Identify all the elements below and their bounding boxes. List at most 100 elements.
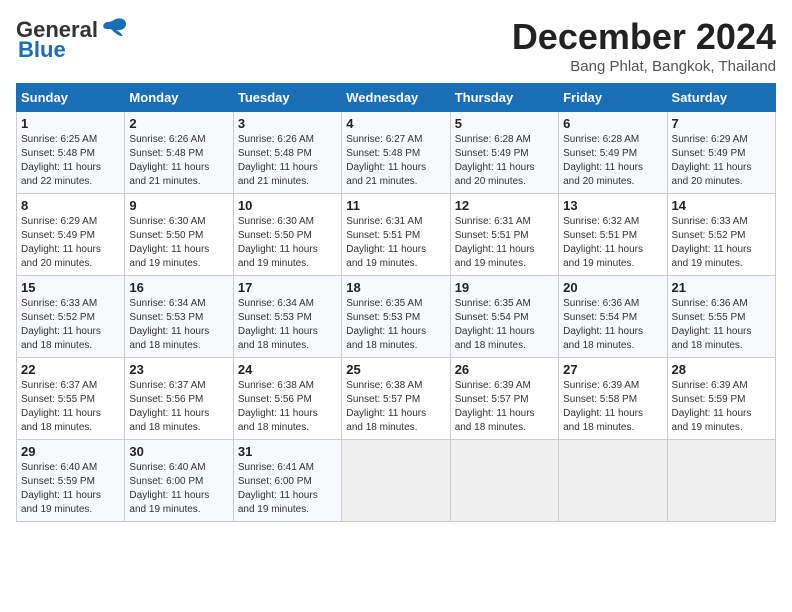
calendar-cell: 24Sunrise: 6:38 AM Sunset: 5:56 PM Dayli… — [233, 358, 341, 440]
header-monday: Monday — [125, 84, 233, 112]
day-number: 3 — [238, 116, 337, 131]
day-info: Sunrise: 6:39 AM Sunset: 5:58 PM Dayligh… — [563, 379, 662, 435]
day-number: 13 — [563, 198, 662, 213]
day-info: Sunrise: 6:34 AM Sunset: 5:53 PM Dayligh… — [129, 297, 228, 353]
calendar-cell: 3 Sunrise: 6:26 AM Sunset: 5:48 PM Daylig… — [233, 112, 341, 194]
calendar-cell: 28Sunrise: 6:39 AM Sunset: 5:59 PM Dayli… — [667, 358, 775, 440]
calendar-cell: 25Sunrise: 6:38 AM Sunset: 5:57 PM Dayli… — [342, 358, 450, 440]
logo-bird-icon — [100, 16, 128, 43]
day-number: 16 — [129, 280, 228, 295]
day-info: Sunrise: 6:38 AM Sunset: 5:57 PM Dayligh… — [346, 379, 445, 435]
day-info: Sunrise: 6:30 AM Sunset: 5:50 PM Dayligh… — [129, 215, 228, 271]
calendar-cell — [342, 440, 450, 522]
day-number: 21 — [672, 280, 771, 295]
header-tuesday: Tuesday — [233, 84, 341, 112]
calendar-cell — [667, 440, 775, 522]
day-number: 6 — [563, 116, 662, 131]
calendar-cell: 19Sunrise: 6:35 AM Sunset: 5:54 PM Dayli… — [450, 276, 558, 358]
day-info: Sunrise: 6:27 AM Sunset: 5:48 PM Dayligh… — [346, 133, 445, 189]
calendar-week-row: 22 Sunrise: 6:37 AM Sunset: 5:55 PM Dayli… — [17, 358, 776, 440]
day-info: Sunrise: 6:36 AM Sunset: 5:55 PM Dayligh… — [672, 297, 771, 353]
day-number: 12 — [455, 198, 554, 213]
day-info: Sunrise: 6:29 AM Sunset: 5:49 PM Dayligh… — [21, 215, 120, 271]
header-friday: Friday — [559, 84, 667, 112]
calendar-cell: 12 Sunrise: 6:31 AM Sunset: 5:51 PM Dayli… — [450, 194, 558, 276]
day-info: Sunrise: 6:35 AM Sunset: 5:53 PM Dayligh… — [346, 297, 445, 353]
calendar-cell: 23Sunrise: 6:37 AM Sunset: 5:56 PM Dayli… — [125, 358, 233, 440]
calendar-cell: 20Sunrise: 6:36 AM Sunset: 5:54 PM Dayli… — [559, 276, 667, 358]
calendar-table: Sunday Monday Tuesday Wednesday Thursday… — [16, 83, 776, 522]
calendar-cell: 15 Sunrise: 6:33 AM Sunset: 5:52 PM Dayli… — [17, 276, 125, 358]
day-number: 20 — [563, 280, 662, 295]
day-number: 1 — [21, 116, 120, 131]
calendar-cell — [559, 440, 667, 522]
day-number: 5 — [455, 116, 554, 131]
day-info: Sunrise: 6:32 AM Sunset: 5:51 PM Dayligh… — [563, 215, 662, 271]
day-info: Sunrise: 6:25 AM Sunset: 5:48 PM Dayligh… — [21, 133, 120, 189]
calendar-cell: 7 Sunrise: 6:29 AM Sunset: 5:49 PM Daylig… — [667, 112, 775, 194]
calendar-cell: 14Sunrise: 6:33 AM Sunset: 5:52 PM Dayli… — [667, 194, 775, 276]
day-info: Sunrise: 6:39 AM Sunset: 5:57 PM Dayligh… — [455, 379, 554, 435]
header-wednesday: Wednesday — [342, 84, 450, 112]
calendar-cell: 4Sunrise: 6:27 AM Sunset: 5:48 PM Daylig… — [342, 112, 450, 194]
day-number: 29 — [21, 444, 120, 459]
day-number: 14 — [672, 198, 771, 213]
calendar-cell: 17 Sunrise: 6:34 AM Sunset: 5:53 PM Dayli… — [233, 276, 341, 358]
calendar-cell: 29 Sunrise: 6:40 AM Sunset: 5:59 PM Dayli… — [17, 440, 125, 522]
day-info: Sunrise: 6:40 AM Sunset: 6:00 PM Dayligh… — [129, 461, 228, 517]
calendar-cell: 13 Sunrise: 6:32 AM Sunset: 5:51 PM Dayli… — [559, 194, 667, 276]
day-info: Sunrise: 6:40 AM Sunset: 5:59 PM Dayligh… — [21, 461, 120, 517]
calendar-week-row: 15 Sunrise: 6:33 AM Sunset: 5:52 PM Dayli… — [17, 276, 776, 358]
calendar-week-row: 8Sunrise: 6:29 AM Sunset: 5:49 PM Daylig… — [17, 194, 776, 276]
calendar-week-row: 1 Sunrise: 6:25 AM Sunset: 5:48 PM Daylig… — [17, 112, 776, 194]
calendar-cell: 9 Sunrise: 6:30 AM Sunset: 5:50 PM Daylig… — [125, 194, 233, 276]
calendar-cell: 31Sunrise: 6:41 AM Sunset: 6:00 PM Dayli… — [233, 440, 341, 522]
calendar-cell: 6 Sunrise: 6:28 AM Sunset: 5:49 PM Daylig… — [559, 112, 667, 194]
day-info: Sunrise: 6:37 AM Sunset: 5:56 PM Dayligh… — [129, 379, 228, 435]
calendar-cell: 26Sunrise: 6:39 AM Sunset: 5:57 PM Dayli… — [450, 358, 558, 440]
day-number: 18 — [346, 280, 445, 295]
location: Bang Phlat, Bangkok, Thailand — [512, 58, 776, 75]
logo-blue: Blue — [18, 37, 66, 63]
logo: General Blue — [16, 16, 128, 63]
page-container: General Blue December 2024 Bang Phlat, B… — [16, 16, 776, 522]
day-number: 9 — [129, 198, 228, 213]
day-number: 15 — [21, 280, 120, 295]
calendar-cell: 8Sunrise: 6:29 AM Sunset: 5:49 PM Daylig… — [17, 194, 125, 276]
day-info: Sunrise: 6:37 AM Sunset: 5:55 PM Dayligh… — [21, 379, 120, 435]
day-info: Sunrise: 6:29 AM Sunset: 5:49 PM Dayligh… — [672, 133, 771, 189]
weekday-header-row: Sunday Monday Tuesday Wednesday Thursday… — [17, 84, 776, 112]
day-info: Sunrise: 6:26 AM Sunset: 5:48 PM Dayligh… — [238, 133, 337, 189]
calendar-cell: 22 Sunrise: 6:37 AM Sunset: 5:55 PM Dayli… — [17, 358, 125, 440]
calendar-cell: 2Sunrise: 6:26 AM Sunset: 5:48 PM Daylig… — [125, 112, 233, 194]
calendar-cell: 1 Sunrise: 6:25 AM Sunset: 5:48 PM Daylig… — [17, 112, 125, 194]
day-number: 27 — [563, 362, 662, 377]
day-info: Sunrise: 6:28 AM Sunset: 5:49 PM Dayligh… — [563, 133, 662, 189]
day-info: Sunrise: 6:28 AM Sunset: 5:49 PM Dayligh… — [455, 133, 554, 189]
day-info: Sunrise: 6:34 AM Sunset: 5:53 PM Dayligh… — [238, 297, 337, 353]
header: General Blue December 2024 Bang Phlat, B… — [16, 16, 776, 75]
day-number: 10 — [238, 198, 337, 213]
calendar-cell: 18 Sunrise: 6:35 AM Sunset: 5:53 PM Dayli… — [342, 276, 450, 358]
header-saturday: Saturday — [667, 84, 775, 112]
day-info: Sunrise: 6:26 AM Sunset: 5:48 PM Dayligh… — [129, 133, 228, 189]
day-number: 17 — [238, 280, 337, 295]
day-number: 28 — [672, 362, 771, 377]
day-info: Sunrise: 6:33 AM Sunset: 5:52 PM Dayligh… — [21, 297, 120, 353]
day-info: Sunrise: 6:30 AM Sunset: 5:50 PM Dayligh… — [238, 215, 337, 271]
title-area: December 2024 Bang Phlat, Bangkok, Thail… — [512, 16, 776, 75]
month-year: December 2024 — [512, 16, 776, 58]
day-info: Sunrise: 6:35 AM Sunset: 5:54 PM Dayligh… — [455, 297, 554, 353]
header-sunday: Sunday — [17, 84, 125, 112]
calendar-cell: 16 Sunrise: 6:34 AM Sunset: 5:53 PM Dayli… — [125, 276, 233, 358]
day-info: Sunrise: 6:31 AM Sunset: 5:51 PM Dayligh… — [455, 215, 554, 271]
header-thursday: Thursday — [450, 84, 558, 112]
day-number: 22 — [21, 362, 120, 377]
day-info: Sunrise: 6:31 AM Sunset: 5:51 PM Dayligh… — [346, 215, 445, 271]
day-number: 30 — [129, 444, 228, 459]
calendar-cell: 5 Sunrise: 6:28 AM Sunset: 5:49 PM Daylig… — [450, 112, 558, 194]
day-number: 11 — [346, 198, 445, 213]
day-number: 7 — [672, 116, 771, 131]
day-info: Sunrise: 6:41 AM Sunset: 6:00 PM Dayligh… — [238, 461, 337, 517]
calendar-cell: 30 Sunrise: 6:40 AM Sunset: 6:00 PM Dayli… — [125, 440, 233, 522]
